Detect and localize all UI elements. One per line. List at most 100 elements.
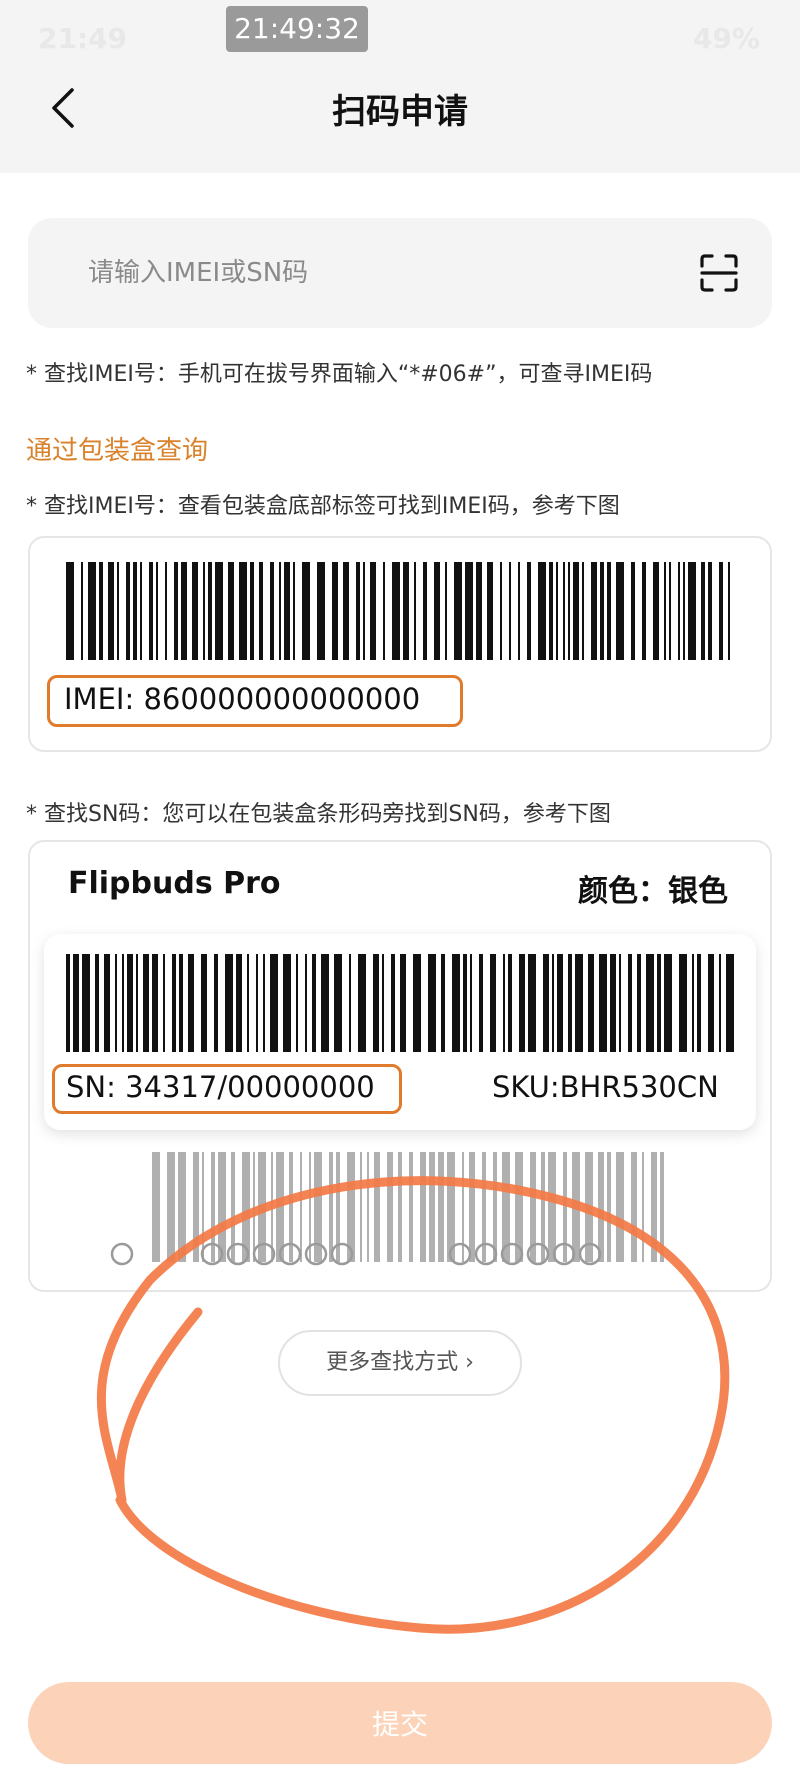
barcode-bar	[95, 954, 99, 1052]
more-methods-button[interactable]: 更多查找方式 ›	[278, 1330, 522, 1396]
sn-barcode	[66, 954, 734, 1052]
barcode-bar	[518, 562, 520, 660]
barcode-bar	[575, 954, 583, 1052]
sn-box-hint: * 查找SN码：您可以在包装盒条形码旁找到SN码，参考下图	[26, 802, 611, 827]
scan-icon[interactable]	[700, 254, 738, 292]
barcode-bar	[143, 954, 149, 1052]
barcode-bar	[270, 954, 278, 1052]
barcode-bar	[657, 954, 661, 1052]
barcode-bar	[305, 954, 307, 1052]
barcode-bar	[599, 954, 607, 1052]
barcode-bar	[208, 562, 212, 660]
barcode-bar	[181, 562, 187, 660]
barcode-bar	[434, 562, 440, 660]
barcode-bar	[66, 954, 70, 1052]
barcode-bar	[349, 954, 351, 1052]
barcode-bar	[400, 954, 406, 1052]
barcode-bar	[81, 562, 83, 660]
barcode-bar	[588, 954, 594, 1052]
barcode-bar	[136, 954, 138, 1052]
barcode-bar	[115, 954, 117, 1052]
barcode-bar	[149, 562, 153, 660]
barcode-bar	[660, 1152, 664, 1262]
barcode-bar	[519, 954, 525, 1052]
barcode-bar	[225, 954, 233, 1052]
barcode-bar	[701, 562, 705, 660]
barcode-bar	[610, 954, 616, 1052]
barcode-bar	[631, 562, 635, 660]
barcode-bar	[66, 562, 74, 660]
barcode-bar	[697, 954, 701, 1052]
barcode-bar	[343, 562, 349, 660]
barcode-bar	[414, 562, 416, 660]
barcode-bar	[568, 562, 570, 660]
barcode-bar	[302, 562, 310, 660]
barcode-bar	[441, 954, 445, 1052]
sku-label: SKU:BHR530CN	[492, 1070, 719, 1104]
barcode-bar	[373, 954, 379, 1052]
top-bar: 21:49 21:49:32 49% 扫码申请	[0, 0, 800, 173]
product-color: 颜色：银色	[578, 874, 728, 909]
barcode-bar	[293, 562, 295, 660]
barcode-bar	[370, 562, 376, 660]
barcode-bar	[82, 954, 90, 1052]
search-box	[28, 218, 772, 328]
barcode-bar	[383, 562, 385, 660]
barcode-bar	[270, 562, 274, 660]
barcode-bar	[391, 954, 395, 1052]
barcode-bar	[556, 562, 558, 660]
barcode-bar	[165, 562, 167, 660]
barcode-bar	[607, 562, 611, 660]
search-input[interactable]	[88, 246, 648, 300]
barcode-bar	[122, 954, 124, 1052]
barcode-bar	[172, 954, 176, 1052]
barcode-bar	[259, 562, 263, 660]
barcode-bar	[692, 954, 694, 1052]
barcode-bar	[683, 562, 685, 660]
barcode-bar	[509, 562, 511, 660]
barcode-bar	[163, 954, 165, 1052]
barcode-bar	[719, 562, 723, 660]
barcode-bar	[637, 954, 641, 1052]
dial-hint: * 查找IMEI号：手机可在拔号界面输入“*#06#”，可查寻IMEI码	[26, 362, 653, 387]
barcode-bar	[140, 562, 142, 660]
digit-circles	[110, 1242, 602, 1266]
imei-label: IMEI: 860000000000000	[64, 682, 421, 716]
sn-label: SN: 34317/00000000	[66, 1070, 375, 1104]
barcode-bar	[413, 954, 421, 1052]
barcode-bar	[708, 562, 712, 660]
barcode-bar	[591, 562, 597, 660]
barcode-bar	[152, 954, 158, 1052]
imei-box-hint: * 查找IMEI号：查看包装盒底部标签可找到IMEI码，参考下图	[26, 494, 620, 519]
barcode-bar	[363, 562, 365, 660]
barcode-bar	[688, 562, 696, 660]
barcode-bar	[619, 954, 621, 1052]
barcode-bar	[88, 562, 96, 660]
barcode-bar	[284, 562, 290, 660]
barcode-bar	[527, 562, 531, 660]
barcode-bar	[214, 954, 218, 1052]
page-title: 扫码申请	[332, 92, 468, 132]
barcode-bar	[133, 562, 137, 660]
barcode-bar	[108, 562, 114, 660]
barcode-bar	[250, 562, 254, 660]
barcode-bar	[445, 562, 447, 660]
barcode-bar	[528, 954, 536, 1052]
barcode-bar	[296, 954, 298, 1052]
barcode-bar	[679, 954, 687, 1052]
barcode-bar	[127, 954, 133, 1052]
submit-button[interactable]: 提交	[28, 1682, 772, 1764]
barcode-bar	[263, 954, 265, 1052]
barcode-bar	[332, 562, 338, 660]
barcode-bar	[156, 562, 158, 660]
barcode-bar	[203, 562, 205, 660]
barcode-bar	[356, 562, 360, 660]
barcode-bar	[126, 562, 130, 660]
section-title: 通过包装盒查询	[26, 436, 209, 466]
barcode-bar	[557, 954, 563, 1052]
barcode-bar	[600, 562, 604, 660]
barcode-bar	[358, 954, 366, 1052]
barcode-bar	[188, 954, 194, 1052]
barcode-bar	[228, 562, 234, 660]
barcode-bar	[317, 562, 325, 660]
